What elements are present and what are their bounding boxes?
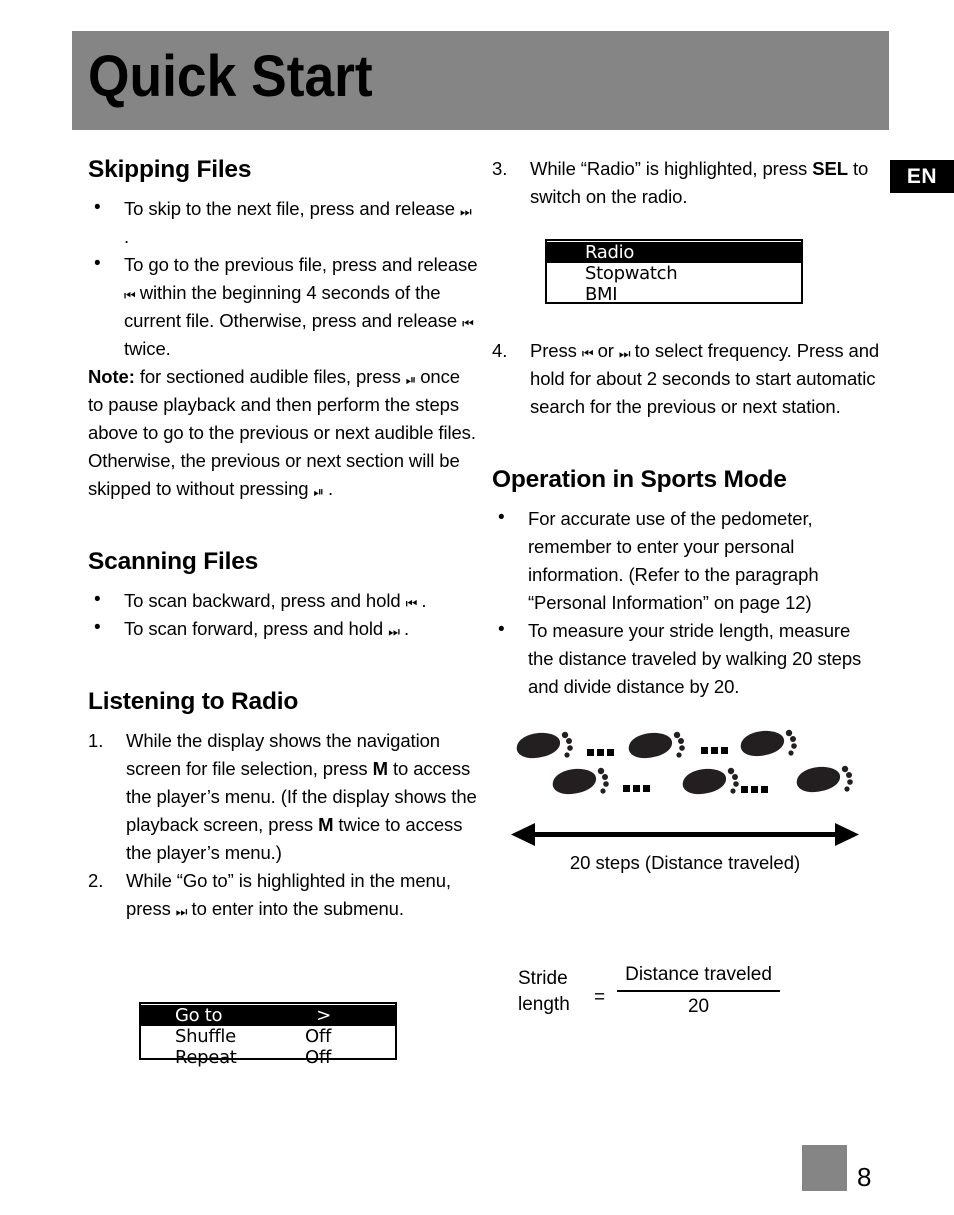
list-item: To skip to the next file, press and rele… — [88, 194, 480, 251]
menu-row-go-to[interactable]: Go to > — [141, 1005, 395, 1026]
distance-arrow-icon — [511, 823, 859, 846]
bullet-text: To scan forward, press and hold — [124, 618, 384, 639]
list-item: For accurate use of the pedometer, remem… — [492, 504, 880, 617]
heading-skipping-files: Skipping Files — [88, 156, 252, 183]
next-track-icon: ⏭ — [460, 204, 472, 219]
language-badge: EN — [890, 160, 954, 193]
fast-forward-icon: ⏭ — [388, 624, 400, 639]
footprint-icon — [516, 729, 853, 795]
bullet-text: To go to the previous file, press and re… — [124, 254, 478, 275]
stride-length-formula: Stride length = Distance traveled 20 — [518, 963, 780, 1020]
language-badge-label: EN — [906, 164, 938, 188]
key-label-m: M — [318, 814, 334, 835]
fraction-denominator: 20 — [687, 996, 710, 1017]
list-item: While “Go to” is highlighted in the menu… — [88, 867, 480, 923]
next-track-icon: ⏭ — [618, 346, 631, 361]
menu-row-label: Repeat — [175, 1047, 237, 1068]
menu-row-label: Go to — [175, 1005, 223, 1026]
sports-row-stopwatch[interactable]: Stopwatch — [547, 263, 801, 284]
play-pause-icon: ⏯ — [313, 484, 324, 499]
radio-step-four: Press ⏮ or ⏭ to select frequency. Press … — [492, 337, 880, 421]
sports-row-radio[interactable]: Radio — [547, 242, 801, 263]
stride-formula-label: Stride length — [518, 966, 592, 1018]
previous-track-icon: ⏮ — [124, 288, 136, 303]
bullet-text: To scan backward, press and hold — [124, 590, 401, 611]
note-label: Note: — [88, 366, 135, 387]
skipping-files-bullet-list: To skip to the next file, press and rele… — [88, 194, 480, 363]
list-item: While “Radio” is highlighted, press SEL … — [492, 155, 880, 211]
step-text-1: While “Radio” is highlighted, press — [530, 158, 808, 179]
menu-row-value: > — [316, 1005, 331, 1026]
sports-mode-screen: Radio Stopwatch BMI — [545, 239, 803, 305]
menu-row-value: Off — [305, 1026, 331, 1047]
sports-mode-bullet-list: For accurate use of the pedometer, remem… — [492, 504, 880, 701]
stride-fraction: Distance traveled 20 — [617, 963, 780, 1020]
list-item: To measure your stride length, measure t… — [492, 616, 880, 701]
bullet-text-tail: . — [421, 590, 427, 611]
page-title: Quick Start — [88, 44, 373, 109]
menu-row-shuffle[interactable]: Shuffle Off — [141, 1026, 395, 1047]
bullet-text-tail: . — [124, 226, 130, 247]
heading-scanning-files: Scanning Files — [88, 548, 259, 575]
step-text-2: or — [597, 340, 614, 361]
key-label-sel: SEL — [812, 158, 848, 179]
radio-steps-continued: While “Radio” is highlighted, press SEL … — [492, 155, 880, 211]
next-track-icon: ⏭ — [175, 904, 188, 919]
left-content-column: Skipping Files To skip to the next file,… — [88, 155, 480, 923]
list-item: To go to the previous file, press and re… — [88, 250, 480, 363]
bullet-text-tail: . — [403, 618, 409, 639]
listening-to-radio-steps: While the display shows the navigation s… — [88, 727, 480, 923]
menu-row-label: Shuffle — [175, 1026, 236, 1047]
scanning-files-bullet-list: To scan backward, press and hold ⏮ . To … — [88, 586, 480, 643]
key-label-m: M — [372, 758, 388, 779]
fraction-numerator: Distance traveled — [617, 963, 780, 992]
heading-operation-in-sports-mode: Operation in Sports Mode — [492, 466, 787, 493]
menu-row-value: Off — [305, 1047, 331, 1068]
sports-row-label: Stopwatch — [585, 263, 678, 284]
stride-label-line-2: length — [518, 993, 570, 1015]
heading-listening-to-radio: Listening to Radio — [88, 688, 299, 715]
play-pause-icon: ⏯ — [405, 372, 416, 387]
bullet-text-tail: twice. — [124, 338, 171, 359]
list-item: To scan backward, press and hold ⏮ . — [88, 586, 480, 615]
skipping-files-note: Note: for sectioned audible files, press… — [88, 363, 480, 503]
list-item: While the display shows the navigation s… — [88, 727, 480, 867]
equals-sign: = — [594, 986, 606, 1008]
previous-track-icon: ⏮ — [462, 316, 474, 331]
sports-row-label: Radio — [585, 242, 635, 263]
page-number: 8 — [857, 1162, 872, 1192]
player-menu-screen: Go to > Shuffle Off Repeat Off — [139, 1002, 397, 1068]
menu-row-repeat[interactable]: Repeat Off — [141, 1047, 395, 1068]
footprints-diagram-caption: 20 steps (Distance traveled) — [569, 852, 801, 873]
step-text-1: Press — [530, 340, 577, 361]
bullet-text-mid: within the beginning 4 seconds of the cu… — [124, 282, 458, 331]
bullet-text: To skip to the next file, press and rele… — [124, 198, 455, 219]
stride-label-line-1: Stride — [518, 967, 568, 989]
step-text-2: to enter into the submenu. — [191, 898, 404, 919]
note-text-3: . — [327, 478, 334, 499]
footer-color-swatch — [802, 1145, 847, 1191]
sports-row-bmi[interactable]: BMI — [547, 284, 801, 305]
list-item: To scan forward, press and hold ⏭ . — [88, 614, 480, 643]
note-text-1: for sectioned audible files, press — [139, 366, 401, 387]
right-content-column: While “Radio” is highlighted, press SEL … — [492, 155, 880, 701]
sports-row-label: BMI — [585, 284, 618, 305]
rewind-icon: ⏮ — [405, 596, 418, 611]
list-item: Press ⏮ or ⏭ to select frequency. Press … — [492, 337, 880, 421]
previous-track-icon: ⏮ — [581, 346, 594, 361]
